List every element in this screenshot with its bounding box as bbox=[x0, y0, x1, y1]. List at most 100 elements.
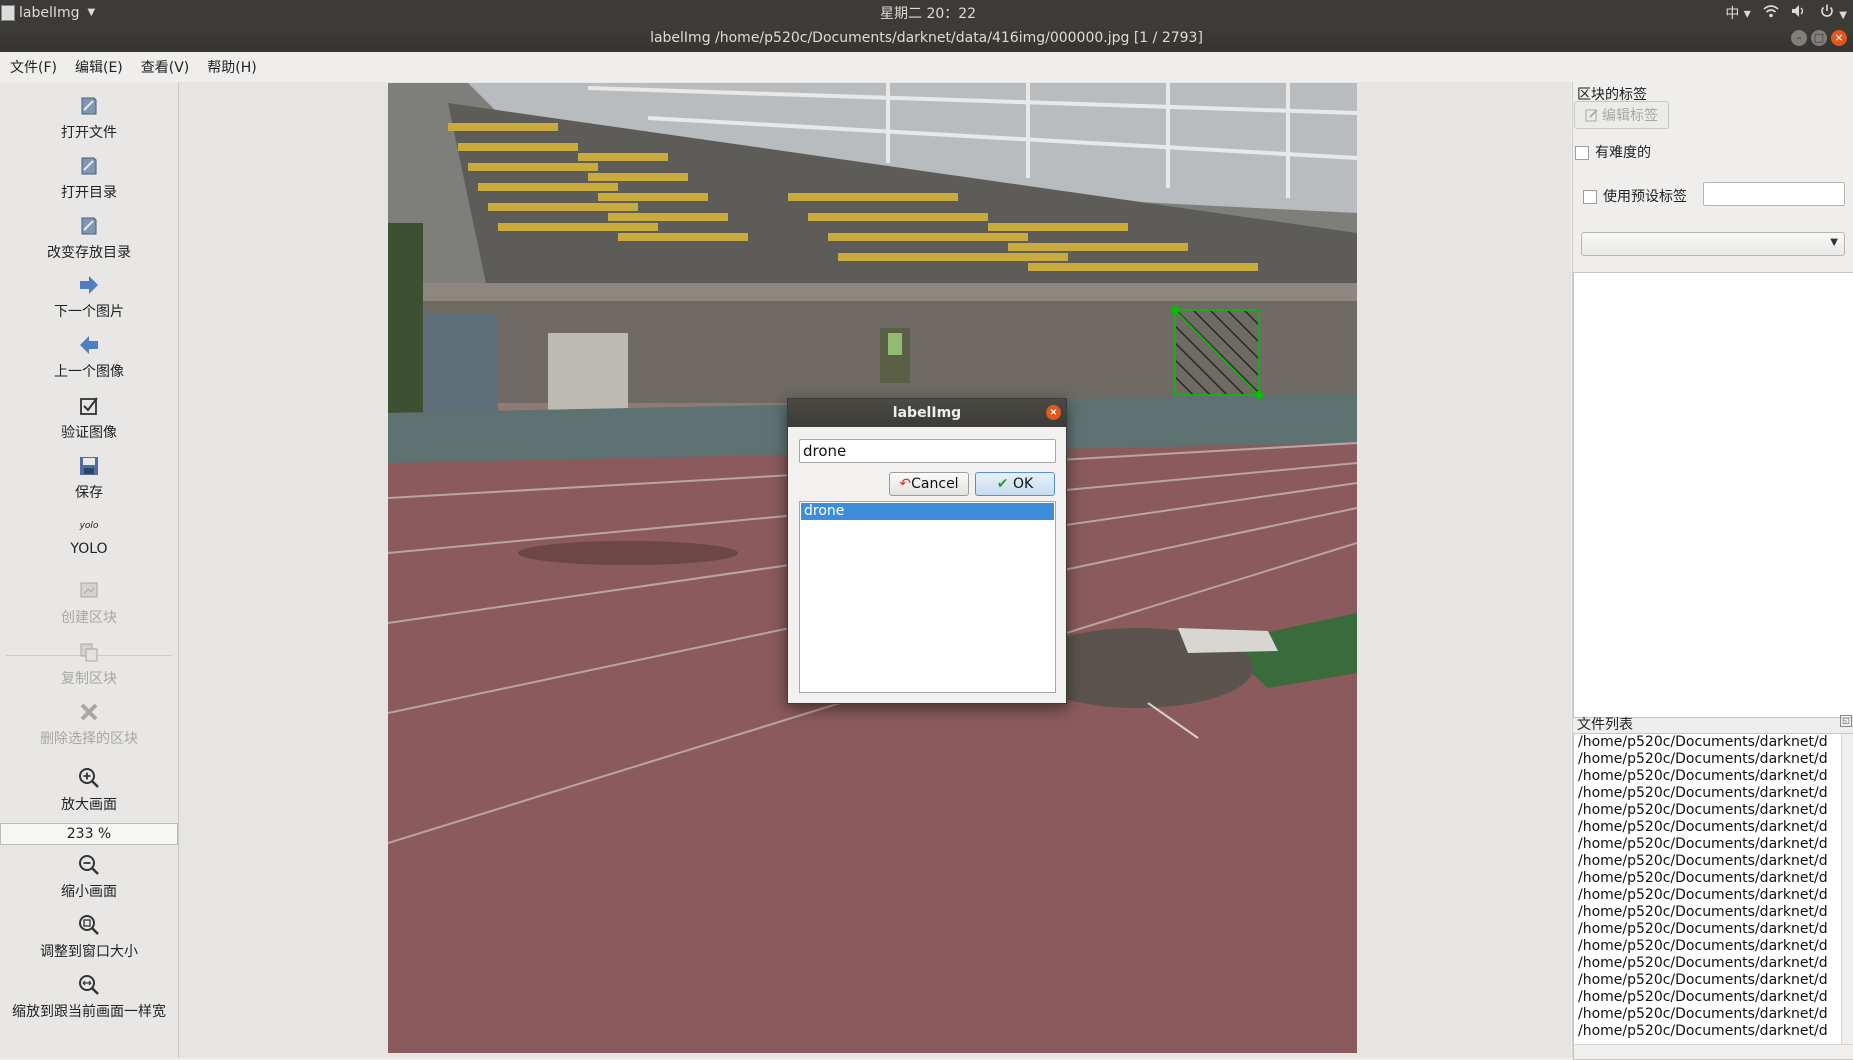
file-list[interactable]: /home/p520c/Documents/darknet/dat /home/… bbox=[1573, 733, 1853, 1060]
bbox-handle-top-left[interactable] bbox=[1171, 306, 1179, 314]
fit-window-icon bbox=[79, 915, 99, 935]
file-list-item[interactable]: /home/p520c/Documents/darknet/dat bbox=[1574, 904, 1828, 921]
menu-help[interactable]: 帮助(H) bbox=[197, 57, 264, 77]
dialog-title-bar[interactable]: labelImg × bbox=[788, 399, 1066, 427]
file-list-item[interactable]: /home/p520c/Documents/darknet/dat bbox=[1574, 836, 1828, 853]
maximize-window-button[interactable]: □ bbox=[1811, 30, 1827, 46]
checkmark-icon: ✔ bbox=[996, 476, 1009, 492]
file-list-item[interactable]: /home/p520c/Documents/darknet/dat bbox=[1574, 785, 1828, 802]
file-list-item[interactable]: /home/p520c/Documents/darknet/dat bbox=[1574, 1023, 1828, 1040]
verify-image-button[interactable]: 验证图像 bbox=[0, 394, 178, 442]
bbox-handle-bottom-right[interactable] bbox=[1255, 391, 1263, 399]
fit-width-button[interactable]: 缩放到跟当前画面一样宽 bbox=[0, 973, 178, 1021]
create-box-button[interactable]: 创建区块 bbox=[0, 579, 178, 627]
zoom-out-label: 缩小画面 bbox=[61, 884, 117, 900]
file-list-item[interactable]: /home/p520c/Documents/darknet/dat bbox=[1574, 768, 1828, 785]
file-list-item[interactable]: /home/p520c/Documents/darknet/dat bbox=[1574, 802, 1828, 819]
input-method-indicator[interactable]: 中 ▾ bbox=[1725, 3, 1750, 23]
copy-icon bbox=[80, 643, 98, 662]
file-list-item[interactable]: /home/p520c/Documents/darknet/dat bbox=[1574, 921, 1828, 938]
open-dir-icon bbox=[81, 157, 97, 175]
label-dialog: labelImg × drone ↶Cancel ✔ OK drone bbox=[787, 398, 1067, 704]
file-list-item[interactable]: /home/p520c/Documents/darknet/dat bbox=[1574, 989, 1828, 1006]
prev-image-button[interactable]: 上一个图像 bbox=[0, 333, 178, 381]
volume-icon[interactable] bbox=[1791, 4, 1807, 22]
difficult-checkbox[interactable]: 有难度的 bbox=[1575, 142, 1651, 162]
delete-icon bbox=[80, 703, 98, 721]
use-default-label-box[interactable] bbox=[1583, 190, 1597, 204]
difficult-checkbox-box[interactable] bbox=[1575, 146, 1589, 160]
menu-bar: 文件(F) 编辑(E) 查看(V) 帮助(H) bbox=[0, 52, 1853, 82]
file-list-item[interactable]: /home/p520c/Documents/darknet/dat bbox=[1574, 853, 1828, 870]
undock-icon[interactable]: ◱ bbox=[1840, 715, 1852, 727]
cancel-button[interactable]: ↶Cancel bbox=[889, 472, 969, 496]
yolo-format-button[interactable]: yolo YOLO bbox=[0, 519, 178, 557]
delete-box-button[interactable]: 删除选择的区块 bbox=[0, 700, 178, 748]
close-window-button[interactable]: × bbox=[1831, 30, 1847, 46]
dialog-close-button[interactable]: × bbox=[1046, 405, 1061, 420]
wifi-icon[interactable] bbox=[1763, 4, 1779, 22]
window-title-bar[interactable]: labelImg /home/p520c/Documents/darknet/d… bbox=[0, 25, 1853, 52]
menu-view[interactable]: 查看(V) bbox=[131, 57, 198, 77]
zoom-level-field[interactable]: 233 % bbox=[0, 823, 178, 845]
fit-width-label: 缩放到跟当前画面一样宽 bbox=[12, 1004, 166, 1020]
clock[interactable]: 星期二 20：22 bbox=[880, 3, 976, 23]
file-list-item[interactable]: /home/p520c/Documents/darknet/dat bbox=[1574, 938, 1828, 955]
menu-edit[interactable]: 编辑(E) bbox=[65, 57, 131, 77]
undo-arrow-icon: ↶ bbox=[899, 476, 912, 492]
arrow-left-icon bbox=[80, 336, 98, 354]
labelimg-app-icon bbox=[1, 4, 15, 21]
copy-box-button[interactable]: 复制区块 bbox=[0, 640, 178, 688]
use-default-label-checkbox[interactable]: 使用预设标签 bbox=[1583, 186, 1687, 206]
box-label-list[interactable] bbox=[1573, 272, 1853, 718]
edit-label-button[interactable]: 编辑标签 bbox=[1574, 101, 1669, 129]
zoom-in-label: 放大画面 bbox=[61, 797, 117, 813]
next-image-button[interactable]: 下一个图片 bbox=[0, 273, 178, 321]
file-list-item[interactable]: /home/p520c/Documents/darknet/dat bbox=[1574, 751, 1828, 768]
file-list-item[interactable]: /home/p520c/Documents/darknet/dat bbox=[1574, 1006, 1828, 1023]
open-dir-label: 打开目录 bbox=[61, 185, 117, 201]
next-image-label: 下一个图片 bbox=[54, 304, 124, 320]
file-list-item[interactable]: /home/p520c/Documents/darknet/dat bbox=[1574, 819, 1828, 836]
fit-width-icon bbox=[79, 975, 99, 995]
delete-box-label: 删除选择的区块 bbox=[40, 731, 138, 747]
copy-box-label: 复制区块 bbox=[61, 671, 117, 687]
default-label-input[interactable] bbox=[1703, 182, 1845, 206]
fit-window-label: 调整到窗口大小 bbox=[40, 944, 138, 960]
power-icon[interactable]: ▼ bbox=[1819, 4, 1847, 22]
label-history-list[interactable]: drone bbox=[799, 501, 1056, 693]
zoom-in-icon bbox=[79, 768, 99, 788]
file-list-horizontal-scrollbar[interactable] bbox=[1574, 1044, 1853, 1059]
minimize-window-button[interactable]: – bbox=[1791, 30, 1807, 46]
file-list-item[interactable]: /home/p520c/Documents/darknet/dat bbox=[1574, 972, 1828, 989]
open-dir-button[interactable]: 打开目录 bbox=[0, 154, 178, 202]
edit-icon bbox=[1585, 109, 1598, 122]
save-button[interactable]: 保存 bbox=[0, 454, 178, 502]
menu-file[interactable]: 文件(F) bbox=[0, 57, 65, 77]
save-icon bbox=[80, 457, 98, 475]
file-list-vertical-scrollbar[interactable] bbox=[1841, 734, 1853, 1044]
fit-window-button[interactable]: 调整到窗口大小 bbox=[0, 913, 178, 961]
change-save-dir-button[interactable]: 改变存放目录 bbox=[0, 214, 178, 262]
file-list-item[interactable]: /home/p520c/Documents/darknet/dat bbox=[1574, 887, 1828, 904]
app-menu[interactable]: labelImg ▼ bbox=[0, 0, 95, 25]
label-filter-combo[interactable]: ▼ bbox=[1581, 232, 1845, 256]
zoom-in-button[interactable]: 放大画面 bbox=[0, 766, 178, 814]
chevron-down-icon: ▼ bbox=[87, 7, 96, 18]
ok-button[interactable]: ✔ OK bbox=[975, 472, 1055, 496]
label-list-item-selected[interactable]: drone bbox=[801, 503, 1054, 520]
save-label: 保存 bbox=[75, 485, 103, 501]
arrow-right-icon bbox=[80, 276, 98, 294]
checkbox-icon bbox=[80, 397, 98, 415]
file-list-item[interactable]: /home/p520c/Documents/darknet/dat bbox=[1574, 734, 1828, 751]
zoom-out-button[interactable]: 缩小画面 bbox=[0, 853, 178, 901]
file-list-title: 文件列表 bbox=[1577, 717, 1633, 733]
open-file-icon bbox=[81, 97, 97, 115]
file-list-item[interactable]: /home/p520c/Documents/darknet/dat bbox=[1574, 955, 1828, 972]
label-input[interactable]: drone bbox=[799, 439, 1056, 463]
open-file-button[interactable]: 打开文件 bbox=[0, 94, 178, 142]
yolo-icon: yolo bbox=[79, 521, 99, 531]
file-list-item[interactable]: /home/p520c/Documents/darknet/dat bbox=[1574, 870, 1828, 887]
system-top-panel: labelImg ▼ 星期二 20：22 中 ▾ ▼ bbox=[0, 0, 1853, 25]
tools-toolbar: 打开文件 打开目录 改变存放目录 下一个图片 上一个图像 验证图像 保存 yol… bbox=[0, 82, 179, 1058]
